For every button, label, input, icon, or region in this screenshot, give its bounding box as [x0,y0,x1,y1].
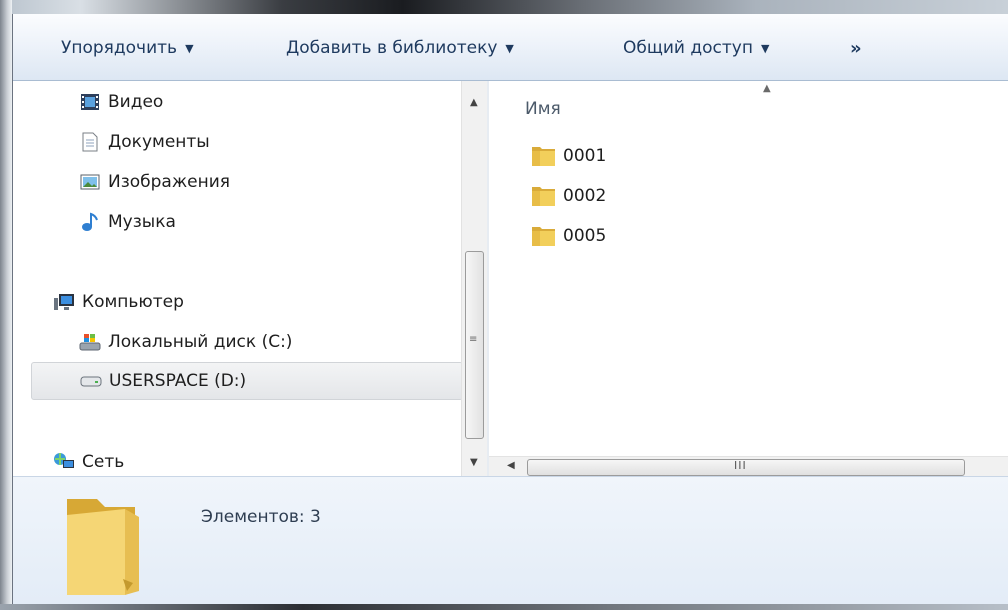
nav-scroll-thumb[interactable]: ≡ [465,251,484,439]
system-drive-icon [79,332,101,352]
nav-item-network[interactable]: Сеть [53,447,124,477]
nav-item-label: Компьютер [82,292,184,312]
window-bottom-frame [0,604,1008,610]
add-to-library-button[interactable]: Добавить в библиотеку ▼ [286,36,514,60]
computer-icon [53,292,75,312]
column-header-name[interactable]: Имя [525,99,561,119]
nav-item-pictures[interactable]: Изображения [79,167,230,197]
folder-icon [531,224,557,248]
content-scroll-thumb[interactable]: III [527,459,965,476]
window-left-edge [0,0,12,610]
large-folder-icon [63,495,147,602]
nav-item-documents[interactable]: Документы [79,127,210,157]
nav-item-label: Сеть [82,452,125,472]
nav-item-label: Изображения [108,172,231,192]
window-top-frame [0,0,1008,14]
scroll-grip: III [734,459,747,472]
more-commands-button[interactable]: » [850,36,862,60]
folder-icon [531,144,557,168]
file-name: 0005 [563,226,607,246]
file-list: ▲ Имя 0001 0002 0005 [489,81,1008,456]
organize-button[interactable]: Упорядочить ▼ [61,36,194,60]
chevron-down-icon: ▼ [505,41,514,55]
item-count: Элементов: 3 [201,507,321,527]
list-item[interactable]: 0002 [531,181,606,211]
navigation-pane: Видео Документы Изображения Музыка Компь… [13,81,463,477]
nav-item-drive-c[interactable]: Локальный диск (C:) [79,327,292,357]
nav-item-label: Локальный диск (C:) [108,332,293,352]
music-library-icon [79,212,101,232]
nav-item-label: USERSPACE (D:) [109,371,247,391]
network-icon [53,452,75,472]
folder-icon [531,184,557,208]
nav-vertical-scrollbar[interactable]: ▲ ≡ ▼ [461,81,487,476]
more-commands-label: » [850,37,862,59]
explorer-window: Упорядочить ▼ Добавить в библиотеку ▼ Об… [12,14,1008,605]
add-to-library-label: Добавить в библиотеку [286,38,498,58]
nav-item-label: Документы [108,132,210,152]
organize-label: Упорядочить [61,38,178,58]
documents-library-icon [79,132,101,152]
scroll-up-arrow-icon[interactable]: ▲ [470,97,478,108]
video-library-icon [79,92,101,112]
nav-item-drive-d[interactable]: USERSPACE (D:) [31,362,463,400]
nav-item-computer[interactable]: Компьютер [53,287,184,317]
command-toolbar: Упорядочить ▼ Добавить в библиотеку ▼ Об… [13,14,1008,81]
sort-ascending-icon: ▲ [763,83,771,94]
scroll-down-arrow-icon[interactable]: ▼ [470,457,478,468]
file-name: 0001 [563,146,607,166]
list-item[interactable]: 0001 [531,141,606,171]
nav-item-label: Музыка [108,212,176,232]
nav-item-video[interactable]: Видео [79,87,163,117]
details-pane: Элементов: 3 [13,476,1008,605]
chevron-down-icon: ▼ [185,41,194,55]
nav-item-label: Видео [108,92,164,112]
share-button[interactable]: Общий доступ ▼ [623,36,769,60]
content-horizontal-scrollbar[interactable]: ◀ III [489,456,1008,477]
scroll-left-arrow-icon[interactable]: ◀ [507,460,515,471]
chevron-down-icon: ▼ [760,41,770,55]
pictures-library-icon [79,172,101,192]
nav-item-music[interactable]: Музыка [79,207,176,237]
grip-icon: ≡ [469,334,478,345]
hard-drive-icon [80,371,102,391]
file-name: 0002 [563,186,607,206]
list-item[interactable]: 0005 [531,221,606,251]
share-label: Общий доступ [623,38,753,58]
